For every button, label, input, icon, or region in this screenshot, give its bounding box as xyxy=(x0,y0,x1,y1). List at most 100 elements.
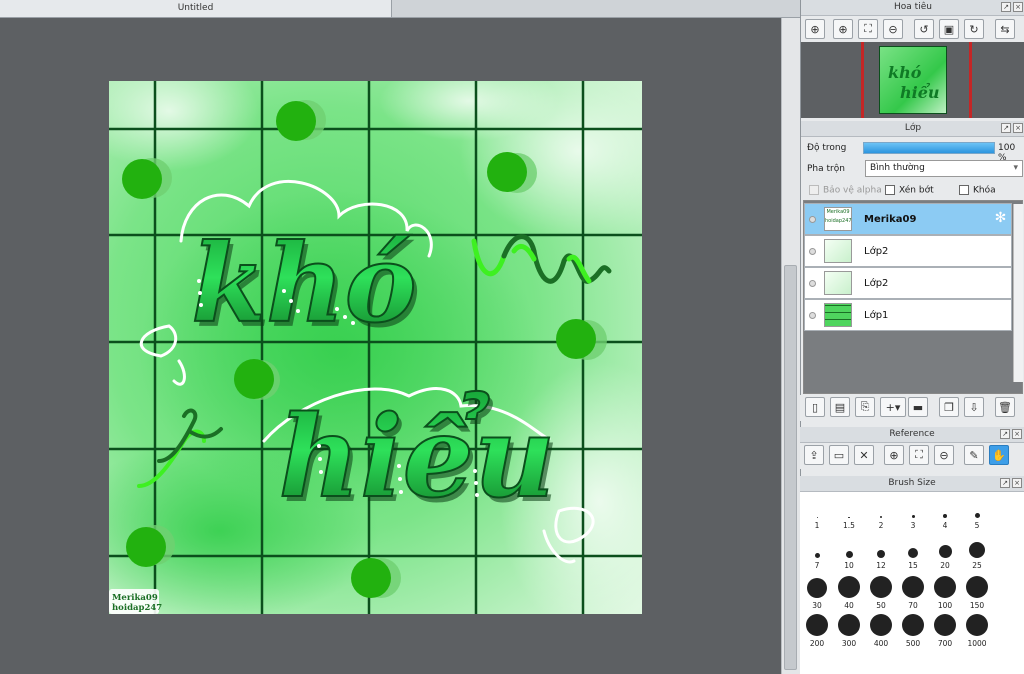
brush-size-3[interactable]: 3 xyxy=(897,494,929,530)
brush-size-300[interactable]: 300 xyxy=(833,612,865,648)
zoom-in-icon[interactable]: ⊕ xyxy=(833,19,853,39)
brush-dot xyxy=(908,548,918,558)
brush-size-7[interactable]: 7 xyxy=(801,534,833,570)
new-layer-above-icon[interactable]: ⎘ xyxy=(855,397,875,417)
scrollbar-thumb[interactable] xyxy=(784,265,797,670)
layer-row-lop1[interactable]: Lớp1 xyxy=(804,299,1012,331)
import-image-icon[interactable]: ⇪ xyxy=(804,445,824,465)
new-raster-layer-icon[interactable]: ▤ xyxy=(830,397,850,417)
layer-row-merika09[interactable]: Merika09 hoidap247 Merika09 ✻ xyxy=(804,203,1012,235)
visibility-icon[interactable] xyxy=(809,247,816,255)
layer-list-scrollbar[interactable] xyxy=(1013,204,1023,382)
visibility-icon[interactable] xyxy=(809,279,816,287)
brush-size-panel-title: Brush Size ↗ × xyxy=(800,476,1024,492)
document-tab[interactable]: Untitled xyxy=(0,0,392,17)
visibility-icon[interactable] xyxy=(809,311,816,319)
new-layer-icon[interactable]: ▯ xyxy=(805,397,825,417)
brush-size-500[interactable]: 500 xyxy=(897,612,929,648)
protect-alpha-box[interactable] xyxy=(809,185,819,195)
brush-dot xyxy=(966,576,988,598)
layer-name: Lớp2 xyxy=(864,245,889,257)
folder-icon[interactable]: ▬ xyxy=(908,397,928,417)
hand-tool-icon[interactable]: ✋ xyxy=(989,445,1009,465)
brush-size-30[interactable]: 30 xyxy=(801,574,833,610)
trash-icon[interactable]: 🗑 xyxy=(995,397,1015,417)
layer-row-lop2-b[interactable]: Lớp2 xyxy=(804,267,1012,299)
reference-title-text: Reference xyxy=(889,429,935,439)
navigator-thumbnail: khó hiểu xyxy=(879,46,947,114)
fit-icon[interactable]: ⛶ xyxy=(858,19,878,39)
word2-lettering: hiểu xyxy=(279,391,556,523)
eyedropper-icon[interactable]: ✎ xyxy=(964,445,984,465)
layer-thumbnail: Merika09 hoidap247 xyxy=(824,207,852,231)
close-icon[interactable]: × xyxy=(1013,2,1023,12)
zoom-out-icon[interactable]: ⊖ xyxy=(883,19,903,39)
rotate-right-icon[interactable]: ↻ xyxy=(964,19,984,39)
brush-dot xyxy=(966,614,988,636)
brush-size-5[interactable]: 5 xyxy=(961,494,993,530)
popout-icon[interactable]: ↗ xyxy=(1001,123,1011,133)
popout-icon[interactable]: ↗ xyxy=(1000,429,1010,439)
opacity-slider[interactable] xyxy=(863,142,995,154)
brush-size-25[interactable]: 25 xyxy=(961,534,993,570)
add-layer-menu-icon[interactable]: +▾ xyxy=(880,397,906,417)
artwork-canvas[interactable]: khó khó hiểu hiểu Merika09 hoidap247 xyxy=(109,81,642,614)
rotate-left-icon[interactable]: ↺ xyxy=(914,19,934,39)
brush-size-700[interactable]: 700 xyxy=(929,612,961,648)
brush-dot xyxy=(974,513,980,518)
brush-size-150[interactable]: 150 xyxy=(961,574,993,610)
brush-size-2[interactable]: 2 xyxy=(865,494,897,530)
protect-alpha-checkbox[interactable]: Bảo vệ alpha xyxy=(809,185,882,196)
lock-box[interactable] xyxy=(959,185,969,195)
brush-size-70[interactable]: 70 xyxy=(897,574,929,610)
brush-size-1.5[interactable]: 1.5 xyxy=(833,494,865,530)
close-icon[interactable]: × xyxy=(1012,478,1022,488)
brush-dot xyxy=(902,614,924,636)
brush-size-50[interactable]: 50 xyxy=(865,574,897,610)
brush-size-200[interactable]: 200 xyxy=(801,612,833,648)
blend-mode-select[interactable]: Bình thường ▾ xyxy=(865,160,1023,177)
clip-checkbox[interactable]: Xén bớt xyxy=(885,185,934,196)
brush-size-12[interactable]: 12 xyxy=(865,534,897,570)
brush-size-10[interactable]: 10 xyxy=(833,534,865,570)
brush-size-4[interactable]: 4 xyxy=(929,494,961,530)
brush-size-400[interactable]: 400 xyxy=(865,612,897,648)
layer-row-lop2[interactable]: Lớp2 xyxy=(804,235,1012,267)
navigator-preview-area[interactable]: khó hiểu xyxy=(801,42,1024,118)
popout-icon[interactable]: ↗ xyxy=(1000,478,1010,488)
lock-checkbox[interactable]: Khóa xyxy=(959,185,996,196)
brush-dot xyxy=(934,576,956,598)
flip-icon[interactable]: ⇆ xyxy=(995,19,1015,39)
actual-size-icon[interactable]: ▣ xyxy=(939,19,959,39)
duplicate-layer-icon[interactable]: ❐ xyxy=(939,397,959,417)
brush-dot xyxy=(877,550,885,558)
brush-size-100[interactable]: 100 xyxy=(929,574,961,610)
brush-size-1[interactable]: 1 xyxy=(801,494,833,530)
close-icon[interactable]: × xyxy=(1012,429,1022,439)
brush-size-label: 1 xyxy=(814,521,820,530)
brush-size-1000[interactable]: 1000 xyxy=(961,612,993,648)
merge-layer-icon[interactable]: ⇩ xyxy=(964,397,984,417)
popout-icon[interactable]: ↗ xyxy=(1001,2,1011,12)
close-reference-icon[interactable]: ✕ xyxy=(854,445,874,465)
brush-size-label: 200 xyxy=(809,639,825,648)
brush-size-label: 2 xyxy=(878,521,884,530)
zoom-in-icon[interactable]: ⊕ xyxy=(884,445,904,465)
brush-size-title-text: Brush Size xyxy=(888,478,936,488)
close-icon[interactable]: × xyxy=(1013,123,1023,133)
brush-size-20[interactable]: 20 xyxy=(929,534,961,570)
visibility-icon[interactable] xyxy=(809,215,816,223)
reference-panel-title: Reference ↗ × xyxy=(800,427,1024,443)
zoom-in-icon[interactable]: ⊕ xyxy=(805,19,825,39)
clip-box[interactable] xyxy=(885,185,895,195)
fit-icon[interactable]: ⛶ xyxy=(909,445,929,465)
brush-dot xyxy=(870,614,892,636)
open-folder-icon[interactable]: ▭ xyxy=(829,445,849,465)
brush-size-label: 25 xyxy=(972,561,982,570)
brush-size-label: 5 xyxy=(974,521,980,530)
layer-settings-gear-icon[interactable]: ✻ xyxy=(993,211,1008,226)
brush-size-15[interactable]: 15 xyxy=(897,534,929,570)
layer-toolbar: ▯ ▤ ⎘ +▾ ▬ ❐ ⇩ 🗑 xyxy=(800,395,1024,421)
brush-size-40[interactable]: 40 xyxy=(833,574,865,610)
zoom-out-icon[interactable]: ⊖ xyxy=(934,445,954,465)
